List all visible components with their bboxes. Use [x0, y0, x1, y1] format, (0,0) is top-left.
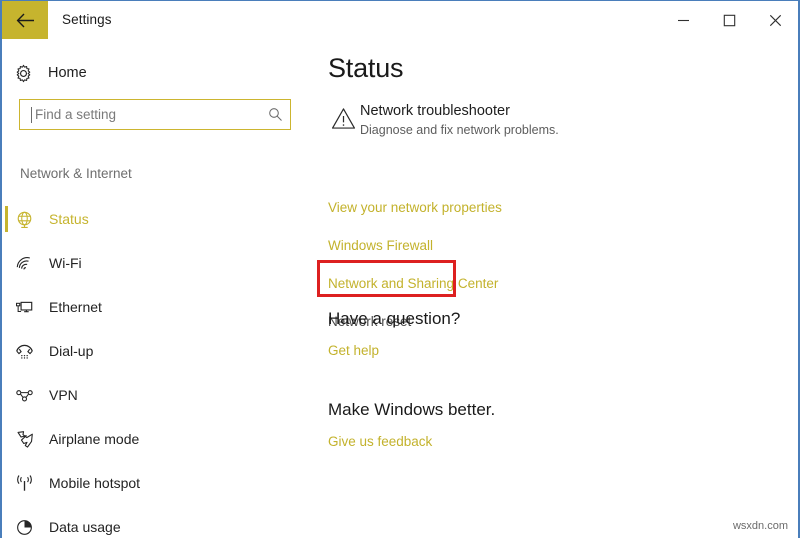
- sidebar-item-wifi[interactable]: Wi-Fi: [2, 241, 314, 285]
- troubleshooter-title: Network troubleshooter: [360, 103, 510, 119]
- vpn-icon: [2, 386, 46, 405]
- pie-chart-icon: [2, 518, 46, 537]
- sidebar-item-vpn[interactable]: VPN: [2, 373, 314, 417]
- close-button[interactable]: [752, 1, 798, 39]
- watermark: wsxdn.com: [732, 520, 788, 532]
- selection-accent-bar: [5, 470, 8, 496]
- sidebar-item-data-usage[interactable]: Data usage: [2, 505, 314, 538]
- sidebar-item-airplane-mode[interactable]: Airplane mode: [2, 417, 314, 461]
- network-troubleshooter-entry[interactable]: Network troubleshooter Diagnose and fix …: [326, 102, 559, 139]
- selection-accent-bar: [5, 250, 8, 276]
- gear-icon: [2, 64, 44, 83]
- sidebar: Home Network & Internet: [2, 39, 314, 538]
- minimize-icon: [677, 14, 690, 27]
- minimize-button[interactable]: [660, 1, 706, 39]
- search-input[interactable]: [32, 100, 260, 129]
- selection-accent-bar: [5, 338, 8, 364]
- main-content: Status Network troubleshooter Diagnose a…: [314, 39, 798, 538]
- search-icon[interactable]: [260, 107, 290, 122]
- sidebar-nav-list: Status Wi-Fi Ethernet Dial-up VPN Airpla…: [2, 197, 314, 538]
- sidebar-group-heading: Network & Internet: [20, 166, 132, 181]
- back-button[interactable]: [2, 1, 48, 39]
- sidebar-item-label: Data usage: [49, 519, 121, 535]
- ethernet-icon: [2, 298, 46, 317]
- sidebar-item-status[interactable]: Status: [2, 197, 314, 241]
- sidebar-item-label: Wi-Fi: [49, 255, 82, 271]
- wifi-icon: [2, 254, 46, 273]
- link-network-sharing-center[interactable]: Network and Sharing Center: [328, 265, 768, 303]
- window-controls: [660, 1, 798, 39]
- sidebar-item-mobile-hotspot[interactable]: Mobile hotspot: [2, 461, 314, 505]
- airplane-icon: [2, 430, 46, 449]
- sidebar-item-label: Airplane mode: [49, 431, 140, 447]
- sidebar-item-label: VPN: [49, 387, 78, 403]
- window-title: Settings: [62, 12, 112, 27]
- home-label: Home: [48, 65, 87, 81]
- link-windows-firewall[interactable]: Windows Firewall: [328, 227, 768, 265]
- sidebar-item-label: Mobile hotspot: [49, 475, 141, 491]
- back-arrow-icon: [16, 13, 35, 28]
- have-a-question-section: Have a question? Get help: [328, 307, 460, 360]
- link-give-us-feedback[interactable]: Give us feedback: [328, 434, 432, 449]
- warning-triangle-icon: [326, 102, 360, 130]
- sidebar-item-label: Ethernet: [49, 299, 102, 315]
- settings-window: Settings Home Find a setting Network & I…: [0, 0, 800, 538]
- section-title: Have a question?: [328, 309, 461, 328]
- dialup-phone-icon: [2, 342, 46, 361]
- selection-accent-bar: [5, 514, 8, 538]
- page-title: Status: [328, 53, 404, 83]
- selection-accent-bar: [5, 206, 8, 232]
- title-bar: Settings: [2, 1, 798, 39]
- maximize-button[interactable]: [706, 1, 752, 39]
- hotspot-icon: [2, 474, 46, 493]
- selection-accent-bar: [5, 382, 8, 408]
- make-windows-better-section: Make Windows better. Give us feedback: [328, 398, 495, 451]
- sidebar-item-label: Dial-up: [49, 343, 94, 359]
- sidebar-item-label: Status: [49, 211, 89, 227]
- sidebar-item-dialup[interactable]: Dial-up: [2, 329, 314, 373]
- section-title: Make Windows better.: [328, 400, 496, 419]
- sidebar-item-home[interactable]: Home: [2, 55, 302, 91]
- link-get-help[interactable]: Get help: [328, 343, 379, 358]
- maximize-icon: [723, 14, 736, 27]
- globe-network-icon: [2, 210, 46, 229]
- sidebar-item-ethernet[interactable]: Ethernet: [2, 285, 314, 329]
- close-icon: [769, 14, 782, 27]
- selection-accent-bar: [5, 426, 8, 452]
- link-view-network-properties[interactable]: View your network properties: [328, 189, 768, 227]
- selection-accent-bar: [5, 294, 8, 320]
- troubleshooter-subtitle: Diagnose and fix network problems.: [360, 123, 559, 137]
- search-box[interactable]: [19, 99, 291, 130]
